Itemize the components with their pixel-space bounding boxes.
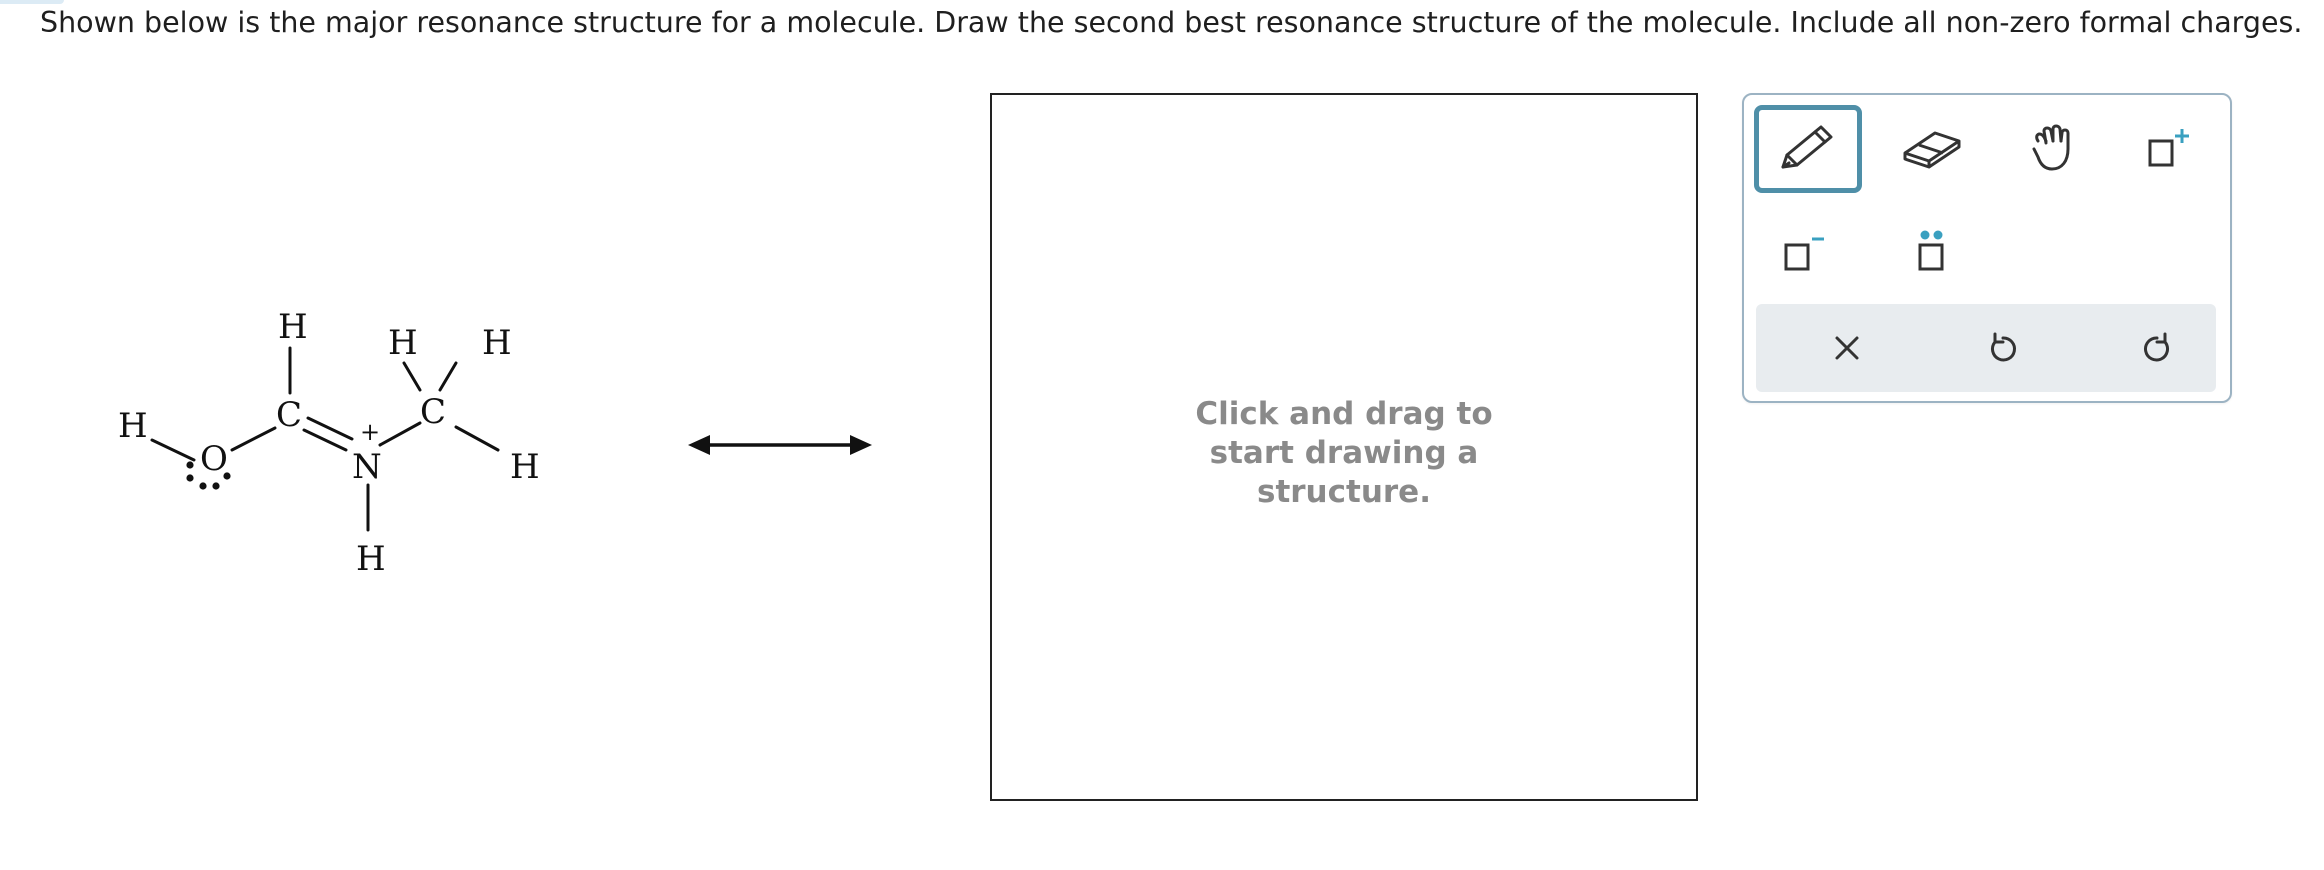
- lone-pair-dot: [186, 461, 194, 469]
- canvas-hint-line: Click and drag to: [1195, 396, 1493, 432]
- lone-pair-dot: [199, 482, 207, 490]
- atom-h-oh: H: [118, 406, 148, 446]
- atom-n: N: [352, 447, 382, 487]
- atom-h-c2a: H: [388, 323, 418, 363]
- atom-h-c1: H: [278, 307, 308, 347]
- negative-charge-tool-button[interactable]: [1754, 213, 1854, 293]
- clear-button[interactable]: [1812, 318, 1882, 378]
- atom-c2: C: [420, 392, 446, 432]
- pencil-icon: [1781, 125, 1833, 169]
- page: Shown below is the major resonance struc…: [0, 0, 2324, 870]
- atom-c1: C: [276, 395, 302, 435]
- eraser-tool-button[interactable]: [1882, 109, 1982, 189]
- canvas-hint-line: start drawing a: [1209, 435, 1479, 471]
- formal-charge-n: +: [360, 418, 380, 446]
- lone-pair-tool-button[interactable]: [1882, 213, 1982, 293]
- canvas-hint-line: structure.: [1257, 474, 1431, 510]
- toolbar-action-row: [1756, 304, 2216, 392]
- undo-button[interactable]: [1968, 318, 2038, 378]
- hand-tool-button[interactable]: [2004, 109, 2104, 189]
- lone-pair-dot: [186, 474, 194, 482]
- bond-o-c1: [230, 426, 277, 452]
- resonance-arrow: [680, 430, 880, 460]
- double-headed-arrow-icon: [688, 435, 872, 455]
- drawing-toolbar: [1742, 93, 2232, 403]
- canvas-hint: Click and drag to start drawing a struct…: [992, 395, 1696, 512]
- top-accent-bar: [0, 0, 64, 4]
- molecule-drawing: H O H C N H C H H H +: [118, 307, 540, 579]
- positive-charge-tool-button[interactable]: [2118, 109, 2218, 189]
- bond-h-o: [150, 438, 196, 462]
- atom-h-n: H: [356, 539, 386, 579]
- lone-pair-dot: [223, 472, 231, 480]
- lone-pair-icon: [1918, 230, 1944, 271]
- undo-icon: [1991, 332, 2016, 362]
- redo-button[interactable]: [2122, 318, 2192, 378]
- negative-charge-icon: [1784, 237, 1824, 271]
- positive-charge-icon: [2148, 129, 2189, 167]
- atom-o: O: [200, 439, 228, 479]
- atom-h-c2c: H: [510, 447, 540, 487]
- redo-icon: [2144, 332, 2169, 362]
- hand-icon: [2032, 124, 2070, 171]
- bond-c2-hb: [438, 361, 458, 392]
- given-structure: H O H C N H C H H H +: [90, 290, 610, 610]
- pencil-tool-button[interactable]: [1754, 105, 1862, 193]
- bond-c2-hc: [454, 425, 500, 452]
- bond-c2-ha: [402, 361, 422, 392]
- atom-h-c2b: H: [482, 323, 512, 363]
- bond-n-c2: [378, 421, 422, 447]
- question-prompt: Shown below is the major resonance struc…: [40, 6, 2303, 39]
- lone-pair-dot: [212, 482, 220, 490]
- clear-icon: [1835, 336, 1859, 360]
- eraser-icon: [1903, 131, 1961, 169]
- drawing-canvas[interactable]: Click and drag to start drawing a struct…: [990, 93, 1698, 801]
